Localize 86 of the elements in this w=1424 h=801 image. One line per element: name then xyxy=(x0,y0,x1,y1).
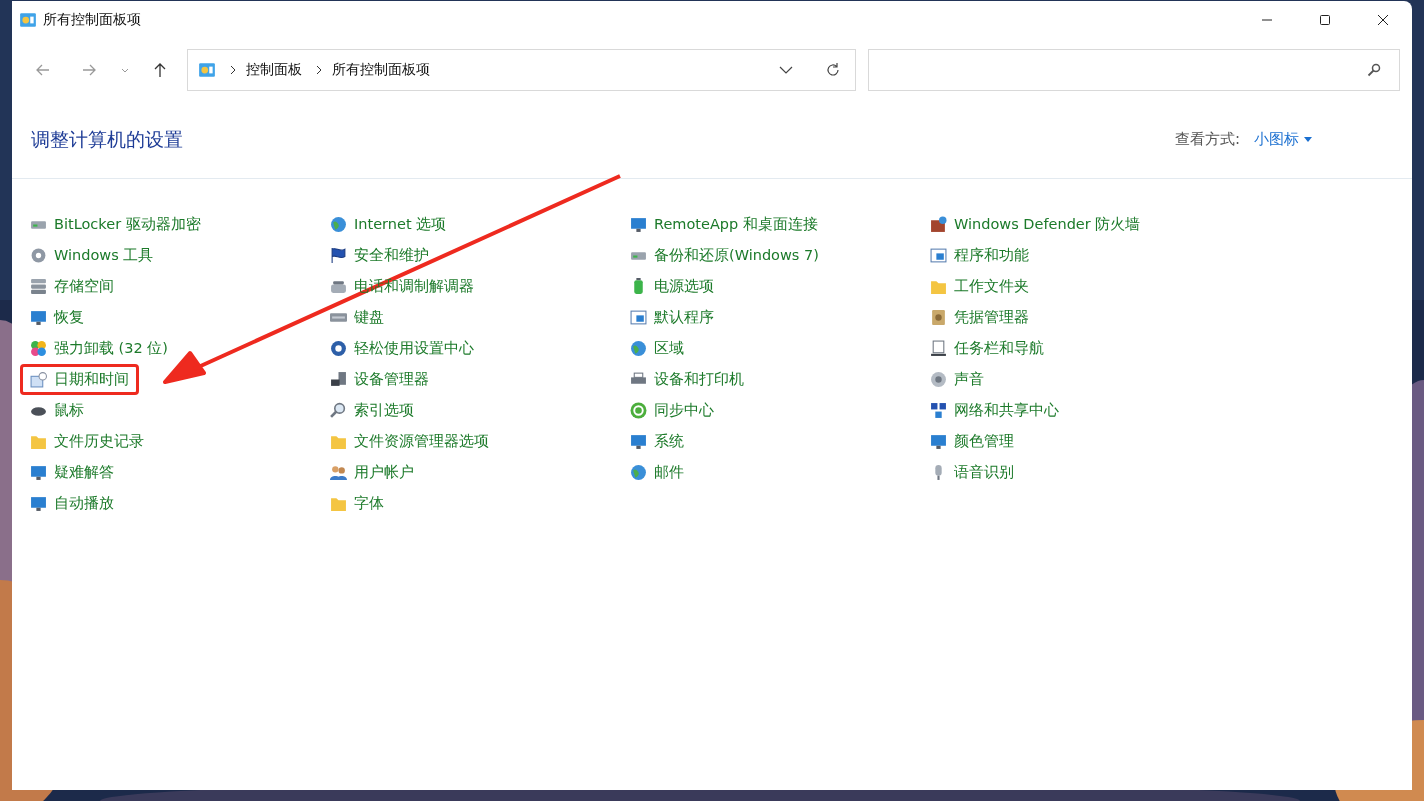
safe-icon xyxy=(930,309,947,326)
control-panel-link[interactable]: 任务栏和导航 xyxy=(920,333,1054,364)
control-panel-link[interactable]: 鼠标 xyxy=(20,395,94,426)
control-panel-link[interactable]: 键盘 xyxy=(320,302,394,333)
control-panel-link[interactable]: 恢复 xyxy=(20,302,94,333)
folder-icon xyxy=(330,433,347,450)
monitor-icon xyxy=(630,433,647,450)
control-panel-link[interactable]: 文件资源管理器选项 xyxy=(320,426,499,457)
control-panel-link[interactable]: 凭据管理器 xyxy=(920,302,1039,333)
control-panel-icon xyxy=(198,61,217,79)
control-panel-link[interactable]: 声音 xyxy=(920,364,994,395)
folder-icon xyxy=(30,433,47,450)
search-icon xyxy=(1367,63,1381,77)
back-arrow-icon xyxy=(34,62,51,78)
control-panel-link[interactable]: 颜色管理 xyxy=(920,426,1024,457)
monitor-icon xyxy=(30,464,47,481)
control-panel-icon xyxy=(19,11,37,29)
control-panel-link[interactable]: 备份和还原(Windows 7) xyxy=(620,240,829,271)
chevron-down-icon[interactable] xyxy=(778,66,793,74)
control-panel-link[interactable]: 索引选项 xyxy=(320,395,424,426)
users-icon xyxy=(330,464,347,481)
chevron-down-icon xyxy=(120,67,129,73)
control-panel-link[interactable]: 程序和功能 xyxy=(920,240,1039,271)
window-title: 所有控制面板项 xyxy=(43,11,141,29)
accessibility-icon xyxy=(330,340,347,357)
control-panel-link[interactable]: 设备管理器 xyxy=(320,364,439,395)
control-panel-link[interactable]: 字体 xyxy=(320,488,394,519)
folder-icon xyxy=(330,495,347,512)
gear-icon xyxy=(30,247,47,264)
control-panel-link[interactable]: 用户帐户 xyxy=(320,457,424,488)
minimize-icon xyxy=(1261,19,1273,21)
control-panel-link[interactable]: 安全和维护 xyxy=(320,240,439,271)
folder-icon xyxy=(930,278,947,295)
flower-icon xyxy=(30,340,47,357)
control-panel-link[interactable]: 系统 xyxy=(620,426,694,457)
search-field[interactable] xyxy=(867,49,1400,91)
control-panel-link[interactable]: 设备和打印机 xyxy=(620,364,754,395)
control-panel-link[interactable]: 轻松使用设置中心 xyxy=(320,333,484,364)
control-panel-link[interactable]: 网络和共享中心 xyxy=(920,395,1069,426)
chevron-right-icon xyxy=(316,65,323,75)
page-heading: 调整计算机的设置 xyxy=(31,126,183,152)
network-icon xyxy=(930,402,947,419)
control-panel-link[interactable]: 同步中心 xyxy=(620,395,724,426)
window-icon xyxy=(630,309,647,326)
close-icon xyxy=(1377,14,1389,26)
breadcrumb-item[interactable]: 控制面板 xyxy=(246,61,303,79)
view-mode-dropdown[interactable]: 小图标 xyxy=(1254,130,1312,149)
control-panel-link[interactable]: 默认程序 xyxy=(620,302,724,333)
speaker-icon xyxy=(930,371,947,388)
control-panel-link[interactable]: 自动播放 xyxy=(20,488,124,519)
control-panel-link[interactable]: BitLocker 驱动器加密 xyxy=(20,209,211,240)
control-panel-link[interactable]: 语音识别 xyxy=(920,457,1024,488)
refresh-icon[interactable] xyxy=(824,62,841,78)
view-by-label: 查看方式: xyxy=(1174,130,1240,149)
globe-icon xyxy=(630,464,647,481)
control-panel-link[interactable]: 疑难解答 xyxy=(20,457,124,488)
control-panel-link[interactable]: 文件历史记录 xyxy=(20,426,154,457)
control-panel-link[interactable]: 日期和时间 xyxy=(20,364,139,395)
globe-icon xyxy=(330,216,347,233)
flag-icon xyxy=(330,247,347,264)
forward-arrow-icon xyxy=(80,62,97,78)
computer-icon xyxy=(330,371,347,388)
magnifier-icon xyxy=(330,402,347,419)
chevron-right-icon xyxy=(230,65,237,75)
control-panel-link[interactable]: 强力卸载 (32 位) xyxy=(20,333,178,364)
control-panel-link[interactable]: Windows Defender 防火墙 xyxy=(920,209,1151,240)
address-bar[interactable]: 控制面板 所有控制面板项 xyxy=(187,49,856,91)
breadcrumb-item[interactable]: 所有控制面板项 xyxy=(332,61,431,79)
monitor-icon xyxy=(30,495,47,512)
sync-icon xyxy=(630,402,647,419)
control-panel-link[interactable]: 电源选项 xyxy=(620,271,724,302)
monitor-icon xyxy=(630,216,647,233)
window-icon xyxy=(930,247,947,264)
control-panel-link[interactable]: RemoteApp 和桌面连接 xyxy=(620,209,828,240)
control-panel-link[interactable]: 工作文件夹 xyxy=(920,271,1039,302)
globe-icon xyxy=(630,340,647,357)
monitor-icon xyxy=(930,433,947,450)
control-panel-link[interactable]: 邮件 xyxy=(620,457,694,488)
maximize-icon xyxy=(1319,14,1331,26)
control-panel-link[interactable]: Internet 选项 xyxy=(320,209,457,240)
control-panel-link[interactable]: 区域 xyxy=(620,333,694,364)
control-panel-link[interactable]: 存储空间 xyxy=(20,271,124,302)
drive-stack-icon xyxy=(30,278,47,295)
monitor-icon xyxy=(30,309,47,326)
caret-icon xyxy=(1304,137,1312,142)
control-panel-link[interactable]: Windows 工具 xyxy=(20,240,164,271)
